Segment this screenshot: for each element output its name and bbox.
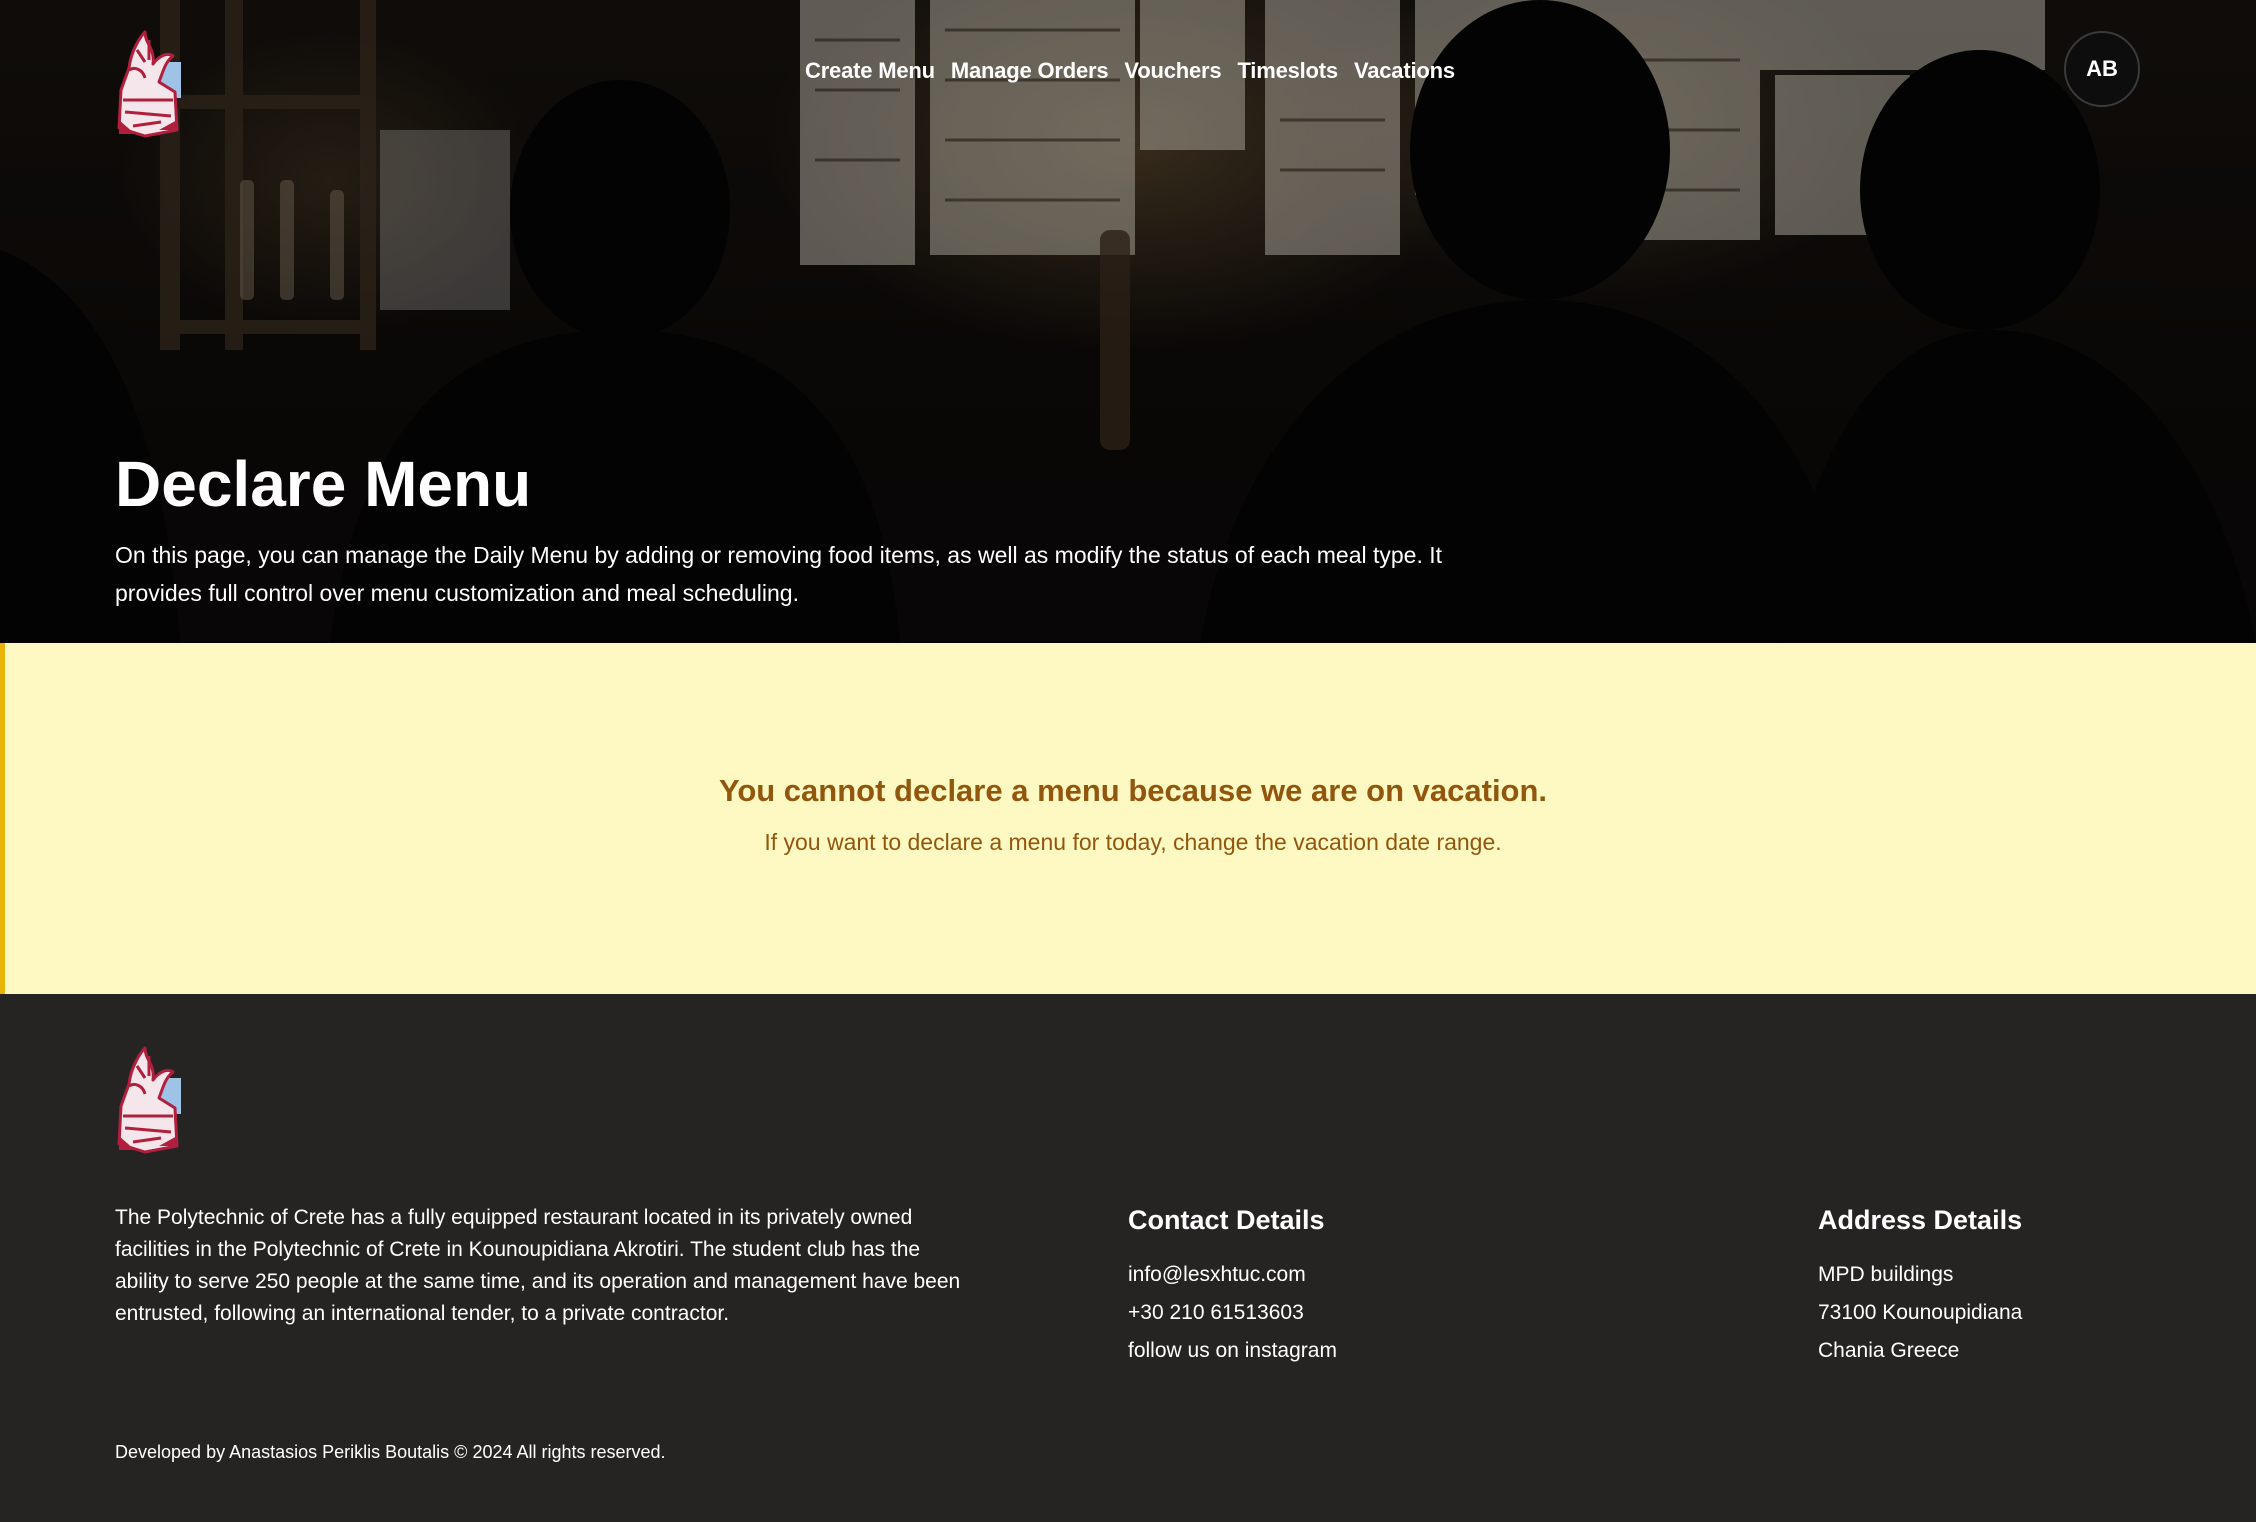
instagram-link[interactable]: follow us on instagram bbox=[1128, 1332, 1337, 1370]
nav-vouchers[interactable]: Vouchers bbox=[1124, 56, 1221, 86]
address-line-1: MPD buildings bbox=[1818, 1263, 1954, 1286]
hero-banner: Create Menu Manage Orders Vouchers Times… bbox=[0, 0, 2256, 643]
contact-heading: Contact Details bbox=[1128, 1205, 1325, 1235]
alert-subtitle: If you want to declare a menu for today,… bbox=[764, 829, 1502, 855]
contact-phone: +30 210 61513603 bbox=[1128, 1301, 1304, 1324]
contact-details: Contact Details info@lesxhtuc.com +30 21… bbox=[1128, 1202, 1337, 1370]
main-nav: Create Menu Manage Orders Vouchers Times… bbox=[805, 56, 1455, 86]
address-line-2: 73100 Kounoupidiana bbox=[1818, 1301, 2023, 1324]
nav-create-menu[interactable]: Create Menu bbox=[805, 56, 935, 86]
copyright: Developed by Anastasios Periklis Boutali… bbox=[115, 1442, 666, 1462]
nav-vacations[interactable]: Vacations bbox=[1354, 56, 1455, 86]
user-avatar-button[interactable]: AB bbox=[2064, 31, 2140, 107]
nav-timeslots[interactable]: Timeslots bbox=[1237, 56, 1338, 86]
address-heading: Address Details bbox=[1818, 1205, 2023, 1235]
alert-title: You cannot declare a menu because we are… bbox=[718, 773, 1548, 808]
vacation-alert: You cannot declare a menu because we are… bbox=[0, 643, 2256, 994]
page-description: On this page, you can manage the Daily M… bbox=[115, 542, 1443, 606]
logo-icon[interactable] bbox=[115, 30, 183, 140]
footer-about-text: The Polytechnic of Crete has a fully equ… bbox=[115, 1206, 961, 1325]
address-details: Address Details MPD buildings 73100 Koun… bbox=[1818, 1202, 2022, 1370]
contact-email-link[interactable]: info@lesxhtuc.com bbox=[1128, 1256, 1337, 1294]
address-line-3: Chania Greece bbox=[1818, 1339, 1960, 1362]
page-title: Declare Menu bbox=[115, 448, 532, 520]
footer-logo-icon bbox=[115, 1046, 183, 1156]
nav-manage-orders[interactable]: Manage Orders bbox=[951, 56, 1109, 86]
footer: The Polytechnic of Crete has a fully equ… bbox=[0, 994, 2256, 1522]
